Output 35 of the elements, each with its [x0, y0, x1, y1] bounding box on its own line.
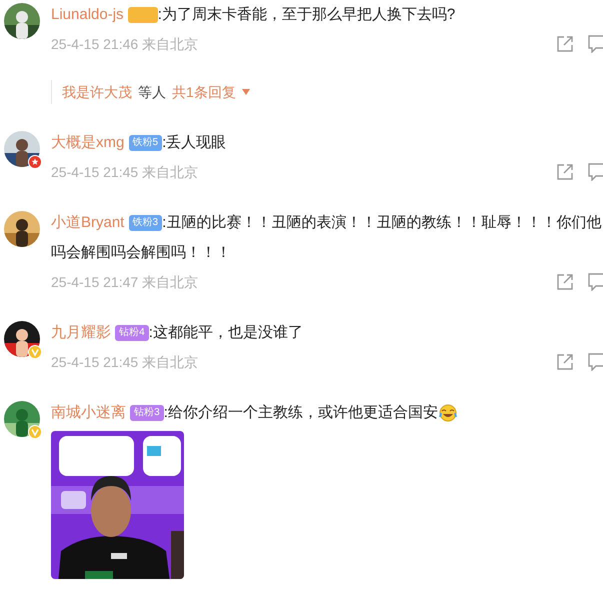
verified-badge-icon: [28, 345, 42, 359]
user-name[interactable]: 我是许大茂: [62, 80, 132, 104]
comment-icon[interactable]: [588, 163, 603, 181]
comment-icon[interactable]: [588, 353, 603, 371]
user-name[interactable]: 小道Bryant: [51, 214, 124, 231]
verified-badge-icon: [28, 425, 42, 439]
user-name[interactable]: 九月耀影: [51, 324, 111, 341]
timestamp: 25-4-15 21:47 来自北京: [51, 273, 198, 292]
comment-text: :给你介绍一个主教练，或许他更适合国安: [164, 404, 438, 421]
comment-text: :丑陋的比赛！！丑陋的表演！！丑陋的教练！！耻辱！！！你们他: [162, 214, 602, 231]
share-icon[interactable]: [556, 35, 574, 53]
share-icon[interactable]: [556, 353, 574, 371]
user-name[interactable]: 南城小迷离: [51, 404, 126, 421]
caret-icon: [242, 89, 250, 95]
timestamp: 25-4-15 21:45 来自北京: [51, 353, 198, 372]
user-name[interactable]: Liunaldo-js: [51, 6, 124, 23]
comment-text: :这都能平，也是没谁了: [148, 324, 303, 341]
comment-text: :为了周末卡香能，至于那么早把人换下去吗?: [158, 6, 456, 23]
user-name[interactable]: 大概是xmg: [51, 134, 124, 151]
reply-count[interactable]: 共1条回复: [172, 80, 236, 104]
comment-icon[interactable]: [588, 35, 603, 53]
share-icon[interactable]: [556, 163, 574, 181]
timestamp: 25-4-15 21:45 来自北京: [51, 163, 198, 182]
share-icon[interactable]: [556, 273, 574, 291]
fan-badge: 钻粉4: [115, 325, 149, 342]
fan-badge: 铁粉3: [128, 215, 162, 232]
comment-text: 吗会解围吗会解围吗！！！: [51, 244, 231, 261]
star-badge-icon: [28, 155, 42, 169]
reply-summary[interactable]: 我是许大茂 等人 共1条回复: [51, 80, 603, 104]
comment-icon[interactable]: [588, 273, 603, 291]
fan-badge: 钻粉3: [130, 405, 164, 422]
reply-text: 等人: [138, 83, 166, 102]
comment-text: :丢人现眼: [162, 134, 226, 151]
timestamp: 25-4-15 21:46 来自北京: [51, 35, 198, 54]
fan-badge: 铁粉5: [128, 135, 162, 152]
